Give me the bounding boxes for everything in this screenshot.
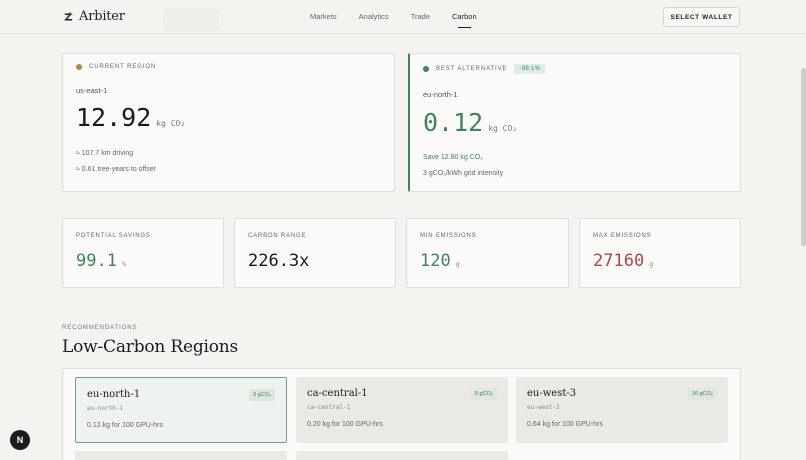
stat-value: 99.1	[76, 251, 117, 271]
nav-links: Markets Analytics Trade Carbon	[310, 12, 477, 28]
rec-region-code: ca-central-1	[307, 404, 351, 411]
brand-name: Arbiter	[79, 9, 125, 24]
nav-link-markets[interactable]: Markets	[310, 12, 337, 21]
brand-logo[interactable]: Arbiter	[63, 9, 125, 24]
best-alternative-card: BEST ALTERNATIVE -99.1% eu-north-1 0.12 …	[408, 53, 741, 192]
current-emissions-unit: kg CO₂	[156, 119, 186, 128]
stat-label: MIN EMISSIONS	[420, 233, 477, 239]
best-region-name: eu-north-1	[423, 90, 458, 99]
recommendation-card-eu-west-3[interactable]: eu-west-3 eu-west-3 0.64 kg for 100 GPU-…	[516, 377, 728, 443]
recommendations-caption: RECOMMENDATIONS	[62, 325, 138, 331]
rec-region-code: eu-west-3	[527, 404, 560, 411]
stat-value: 226.3x	[248, 251, 310, 271]
current-region-card: CURRENT REGION us-east-1 12.92 kg CO₂ ≈ …	[62, 53, 395, 192]
tree-years-equivalent: ≈ 0.61 tree-years to offset	[76, 166, 156, 173]
current-region-name: us-east-1	[76, 86, 108, 95]
rec-description: 0.64 kg for 100 GPU-hrs	[527, 421, 603, 428]
nav-link-analytics[interactable]: Analytics	[359, 12, 389, 21]
stat-card-max-emissions: MAX EMISSIONS 27160 g	[579, 218, 741, 288]
stat-card-carbon-range: CARBON RANGE 226.3x	[234, 218, 396, 288]
placeholder-block	[163, 9, 219, 31]
rec-region-code: eu-north-1	[87, 405, 124, 412]
rec-region-name: eu-west-3	[527, 388, 577, 399]
nav-link-carbon[interactable]: Carbon	[452, 12, 477, 28]
logo-icon	[64, 11, 73, 20]
rec-intensity-badge: 16 gCO₂	[687, 388, 717, 400]
stat-card-min-emissions: MIN EMISSIONS 120 g	[406, 218, 569, 288]
stat-value: 27160	[593, 251, 645, 271]
save-amount: Save 12.80 kg CO₂	[423, 154, 483, 161]
recommendations-panel: eu-north-1 eu-north-1 0.12 kg for 100 GP…	[62, 368, 741, 460]
best-alternative-label: BEST ALTERNATIVE	[436, 66, 508, 72]
best-emissions-unit: kg CO₂	[488, 124, 518, 133]
recommendation-card-eu-north-1[interactable]: eu-north-1 eu-north-1 0.12 kg for 100 GP…	[75, 377, 287, 443]
rec-intensity-badge: 3 gCO₂	[248, 389, 275, 401]
rec-description: 0.20 kg for 100 GPU-hrs	[307, 421, 383, 428]
stat-label: POTENTIAL SAVINGS	[76, 233, 151, 239]
savings-badge: -99.1%	[514, 64, 546, 74]
recommendation-card-partial[interactable]	[296, 451, 508, 460]
rec-region-name: ca-central-1	[307, 388, 368, 399]
stat-card-potential-savings: POTENTIAL SAVINGS 99.1 %	[62, 218, 224, 288]
recommendation-card-ca-central-1[interactable]: ca-central-1 ca-central-1 0.20 kg for 10…	[296, 377, 508, 443]
stat-label: MAX EMISSIONS	[593, 233, 652, 239]
stat-unit: g	[455, 260, 460, 268]
rec-intensity-badge: 5 gCO₂	[470, 388, 497, 400]
driving-equivalent: ≈ 107.7 km driving	[76, 150, 134, 157]
page-scrollbar[interactable]	[801, 68, 806, 246]
recommendation-card-partial[interactable]	[75, 451, 287, 460]
rec-region-name: eu-north-1	[87, 389, 141, 400]
stat-unit: g	[649, 260, 654, 268]
current-emissions-value: 12.92	[76, 103, 152, 132]
nav-link-trade[interactable]: Trade	[411, 12, 430, 21]
grid-intensity: 3 gCO₂/kWh grid intensity	[423, 170, 504, 177]
section-title: Low-Carbon Regions	[62, 337, 239, 357]
stat-unit: %	[121, 260, 126, 268]
status-dot	[423, 66, 429, 72]
best-emissions-value: 0.12	[423, 108, 484, 137]
stat-label: CARBON RANGE	[248, 233, 307, 239]
status-dot	[76, 64, 82, 70]
current-region-label: CURRENT REGION	[89, 64, 157, 70]
best-emissions: 0.12 kg CO₂	[423, 108, 517, 137]
stat-value: 120	[420, 251, 451, 271]
top-nav: Arbiter Markets Analytics Trade Carbon S…	[0, 0, 806, 34]
assistant-button[interactable]: N	[10, 430, 30, 450]
current-emissions: 12.92 kg CO₂	[76, 103, 185, 132]
rec-description: 0.12 kg for 100 GPU-hrs	[87, 422, 163, 429]
select-wallet-button[interactable]: SELECT WALLET	[663, 7, 740, 27]
